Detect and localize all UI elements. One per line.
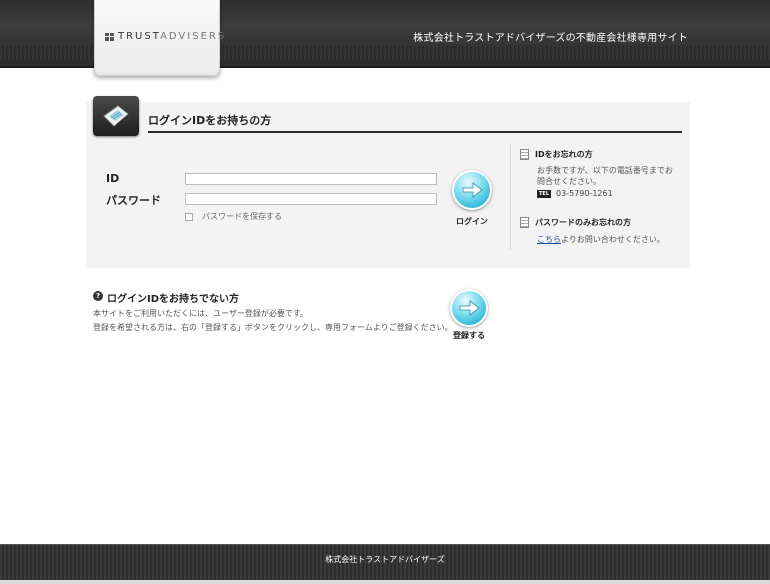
password-input[interactable] [185, 193, 437, 205]
forgot-id-heading: IDをお忘れの方 [520, 149, 593, 160]
register-button-label[interactable]: 登録する [441, 330, 497, 341]
register-title: ログインIDをお持ちでない方 [107, 294, 240, 305]
id-label: ID [106, 172, 120, 185]
login-button[interactable] [452, 170, 492, 210]
arrow-right-icon [459, 300, 480, 316]
forgot-password-text: こちらよりお問い合わせください。 [537, 235, 665, 244]
forgot-id-text: お手数ですが、以下の電話番号までお問合せください。 [537, 166, 673, 186]
footer-company: 株式会社トラストアドバイザーズ [325, 555, 445, 564]
register-text-2: 登録を希望される方は、右の「登録する」ボタンをクリックし、専用フォームよりご登録… [93, 323, 453, 332]
forgot-password-link[interactable]: こちら [537, 235, 561, 244]
login-panel: ログインIDをお持ちの方 ID パスワード パスワードを保存する ログイン ID… [86, 96, 690, 268]
document-icon [520, 149, 529, 160]
save-password-checkbox[interactable] [185, 212, 193, 221]
title-rule [148, 131, 682, 133]
ticket-icon [93, 96, 139, 136]
login-button-label[interactable]: ログイン [444, 216, 500, 227]
forgot-password-heading: パスワードのみお忘れの方 [520, 217, 631, 228]
vertical-divider [510, 144, 511, 250]
save-password-row[interactable]: パスワードを保存する [185, 211, 282, 222]
question-icon: ? [93, 291, 103, 301]
logo-tab[interactable]: TRUSTADVISERS [94, 0, 224, 76]
logo[interactable]: TRUSTADVISERS [105, 31, 226, 42]
id-input[interactable] [185, 173, 437, 185]
tel-row: TEL 03-5790-1261 [537, 189, 613, 198]
footer-bottom-bar [0, 580, 770, 584]
tel-badge: TEL [537, 189, 552, 198]
document-icon [520, 217, 529, 228]
tel-number: 03-5790-1261 [556, 189, 613, 198]
footer: 株式会社トラストアドバイザーズ [0, 544, 770, 584]
password-label: パスワード [106, 194, 161, 207]
arrow-right-icon [462, 182, 483, 198]
logo-text: TRUSTADVISERS [118, 31, 227, 42]
login-title: ログインIDをお持ちの方 [148, 114, 272, 127]
register-button[interactable] [450, 289, 488, 327]
site-title: 株式会社トラストアドバイザーズの不動産会社様専用サイト [413, 33, 688, 44]
logo-mark-icon [105, 32, 114, 41]
save-password-label: パスワードを保存する [202, 212, 282, 221]
register-text-1: 本サイトをご利用いただくには、ユーザー登録が必要です。 [93, 309, 309, 318]
